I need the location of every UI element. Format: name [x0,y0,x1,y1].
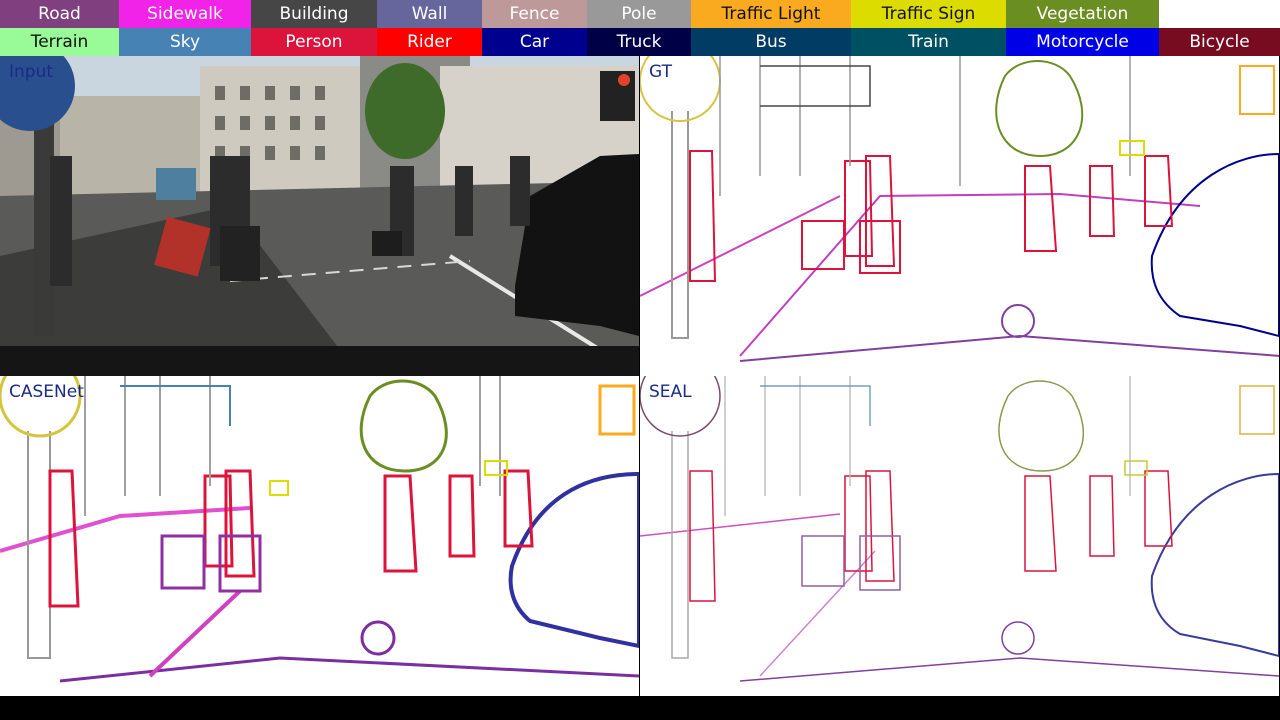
legend-sky: Sky [119,28,251,56]
gt-panel-label: GT [649,62,672,82]
legend-traffic-sign: Traffic Sign [851,0,1006,28]
seal-edge-map [640,376,1279,682]
legend-person: Person [251,28,377,56]
legend-bus: Bus [691,28,851,56]
input-street-scene [0,56,639,376]
input-image-panel: Input [0,56,639,376]
legend-sidewalk: Sidewalk [119,0,251,28]
legend-fence: Fence [482,0,587,28]
legend-building: Building [251,0,377,28]
seal-panel-label: SEAL [649,382,692,402]
legend-rider: Rider [377,28,482,56]
casenet-panel: CASENet [0,376,639,696]
legend-car: Car [482,28,587,56]
legend-row-1: Road Sidewalk Building Wall Fence Pole T… [0,0,1280,28]
legend-truck: Truck [587,28,691,56]
legend-pole: Pole [587,0,691,28]
input-panel-label: Input [9,62,54,82]
legend-vegetation: Vegetation [1006,0,1159,28]
legend-terrain: Terrain [0,28,119,56]
legend-road: Road [0,0,119,28]
casenet-edge-map [0,376,639,683]
legend-wall: Wall [377,0,482,28]
seal-panel: SEAL [640,376,1279,696]
legend-train: Train [851,28,1006,56]
legend-traffic-light: Traffic Light [691,0,851,28]
legend-row-2: Terrain Sky Person Rider Car Truck Bus T… [0,28,1280,56]
legend-blank [1159,0,1280,28]
legend-motorcycle: Motorcycle [1006,28,1159,56]
bottom-bar [0,696,1280,720]
gt-panel: GT [640,56,1279,376]
gt-edge-map [640,56,1279,362]
legend-bicycle: Bicycle [1159,28,1280,56]
casenet-panel-label: CASENet [9,382,84,402]
